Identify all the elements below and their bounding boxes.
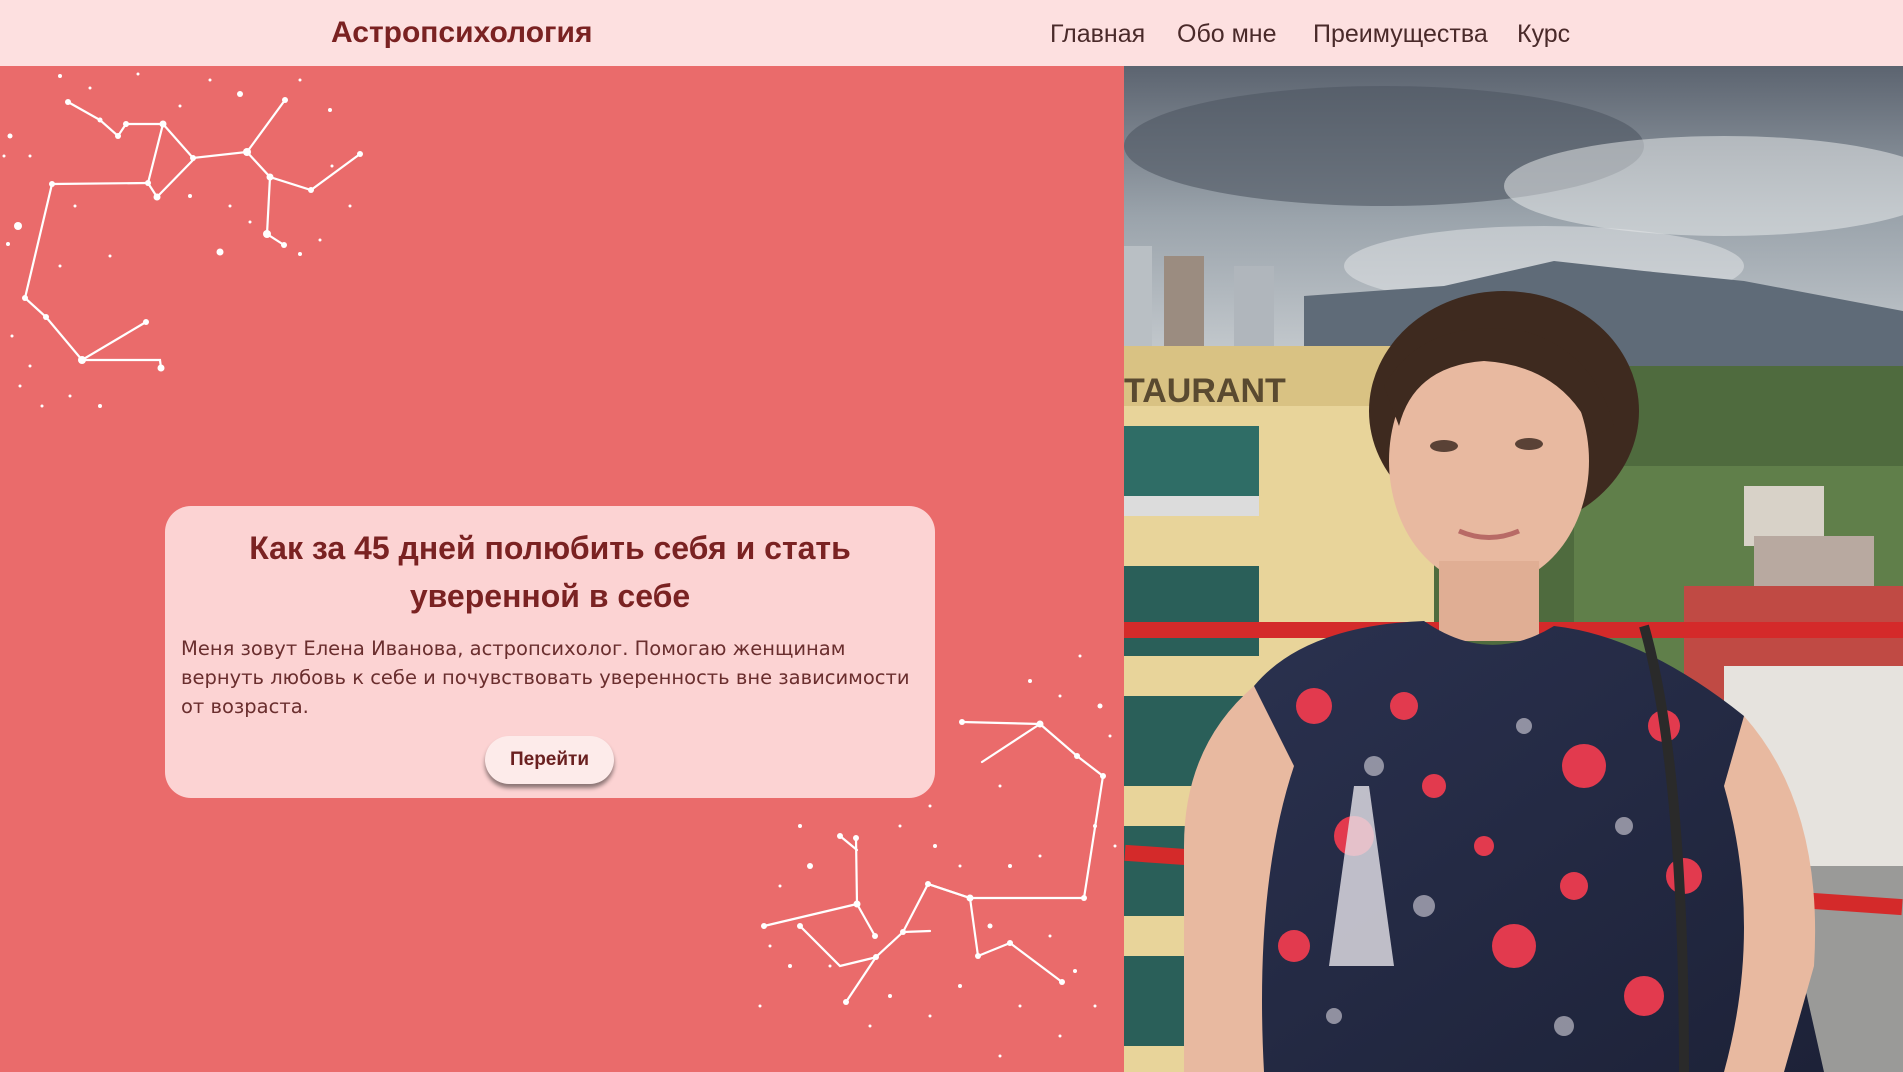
nav-link-home[interactable]: Главная (1050, 20, 1145, 49)
hero-description: Меня зовут Елена Иванова, астропсихолог.… (181, 637, 910, 718)
hero-section: Как за 45 дней полюбить себя и стать уве… (0, 66, 1124, 1072)
restaurant-sign: TAURANT (1124, 372, 1286, 410)
site-logo[interactable]: Астропсихология (331, 16, 593, 50)
portrait-photo: TAURANT (1124, 66, 1903, 1072)
hero-photo: TAURANT (1124, 66, 1903, 1072)
nav-link-course[interactable]: Курс (1517, 20, 1570, 49)
site-header: Астропсихология Главная Обо мне Преимуще… (0, 0, 1903, 66)
nav-link-benefits[interactable]: Преимущества (1313, 20, 1488, 49)
hero-card: Как за 45 дней полюбить себя и стать уве… (165, 506, 935, 798)
hero-title: Как за 45 дней полюбить себя и стать уве… (249, 530, 851, 614)
nav-link-about[interactable]: Обо мне (1177, 20, 1277, 49)
go-button[interactable]: Перейти (485, 736, 614, 784)
